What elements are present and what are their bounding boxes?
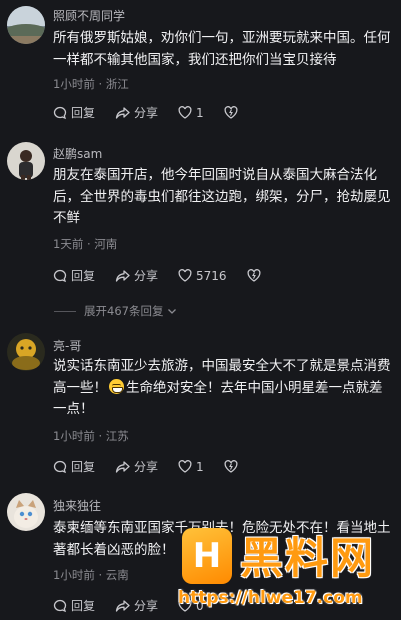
like-button[interactable]: 1 (178, 460, 204, 474)
comment-meta: 1小时前 · 江苏 (53, 429, 129, 443)
watermark-title: 黑料网 (240, 534, 375, 584)
share-button[interactable]: 分享 (115, 104, 158, 121)
chevron-down-icon (168, 309, 177, 314)
comment-icon (53, 269, 67, 282)
dislike-heart-icon (247, 269, 261, 282)
expand-replies-label: 展开467条回复 (84, 304, 164, 318)
username[interactable]: 照顾不周同学 (53, 7, 125, 24)
dislike-heart-icon (224, 460, 238, 473)
expand-replies-button[interactable]: 展开467条回复 (54, 303, 178, 319)
share-icon (115, 106, 130, 119)
comment-actions: 回复 分享 1 (53, 458, 262, 475)
grin-emoji-icon (109, 378, 124, 394)
like-count: 1 (196, 459, 204, 474)
share-button[interactable]: 分享 (115, 267, 158, 284)
share-icon (115, 460, 130, 473)
reply-label: 回复 (71, 460, 96, 474)
share-label: 分享 (134, 106, 159, 120)
heart-icon (178, 106, 192, 119)
reply-button[interactable]: 回复 (53, 267, 95, 284)
reply-button[interactable]: 回复 (53, 458, 95, 475)
reply-button[interactable]: 回复 (53, 104, 95, 121)
reply-label: 回复 (71, 269, 96, 283)
username[interactable]: 独来独往 (53, 497, 101, 514)
reply-label: 回复 (71, 599, 96, 613)
username[interactable]: 亮-哥 (53, 337, 81, 354)
comment-icon (53, 460, 67, 473)
dislike-button[interactable] (224, 106, 242, 119)
watermark-logo-icon: H (182, 528, 232, 584)
comment-text: 朋友在泰国开店，他今年回国时说自从泰国大麻合法化后，全世界的毒虫们都往这边跑，绑… (53, 167, 391, 226)
watermark: H 黑料网 https://hlwe17.com (168, 524, 401, 620)
like-count: 5716 (196, 268, 227, 283)
comment-actions: 回复 分享 1 (53, 104, 262, 121)
share-button[interactable]: 分享 (115, 597, 158, 614)
comment-actions: 回复 分享 5716 (53, 267, 285, 284)
username[interactable]: 赵鹏sam (53, 145, 102, 162)
divider (54, 310, 76, 312)
like-button[interactable]: 5716 (178, 269, 227, 283)
comment-meta: 1小时前 · 浙江 (53, 77, 129, 91)
share-icon (115, 269, 130, 282)
avatar[interactable] (7, 493, 45, 531)
heart-icon (178, 269, 192, 282)
like-button[interactable]: 1 (178, 106, 204, 120)
dislike-heart-icon (224, 106, 238, 119)
share-label: 分享 (134, 269, 159, 283)
comment-meta: 1小时前 · 云南 (53, 568, 129, 582)
reply-button[interactable]: 回复 (53, 597, 95, 614)
heart-icon (178, 460, 192, 473)
avatar[interactable] (7, 6, 45, 44)
share-label: 分享 (134, 460, 159, 474)
comment-meta: 1天前 · 河南 (53, 237, 118, 251)
comment-text: 所有俄罗斯姑娘，劝你们一句，亚洲要玩就来中国。任何一样都不输其他国家，我们还把你… (53, 30, 391, 68)
share-button[interactable]: 分享 (115, 458, 158, 475)
avatar[interactable] (7, 333, 45, 371)
share-icon (115, 599, 130, 612)
comment-text: 说实话东南亚少去旅游，中国最安全大不了就是景点消费高一些！ 生命绝对安全！去年中国… (53, 356, 391, 421)
avatar[interactable] (7, 142, 45, 180)
dislike-button[interactable] (224, 460, 242, 473)
comment-icon (53, 106, 67, 119)
reply-label: 回复 (71, 106, 96, 120)
like-count: 1 (196, 105, 204, 120)
comment-icon (53, 599, 67, 612)
watermark-url: https://hlwe17.com (178, 588, 363, 608)
dislike-button[interactable] (247, 269, 265, 282)
share-label: 分享 (134, 599, 159, 613)
